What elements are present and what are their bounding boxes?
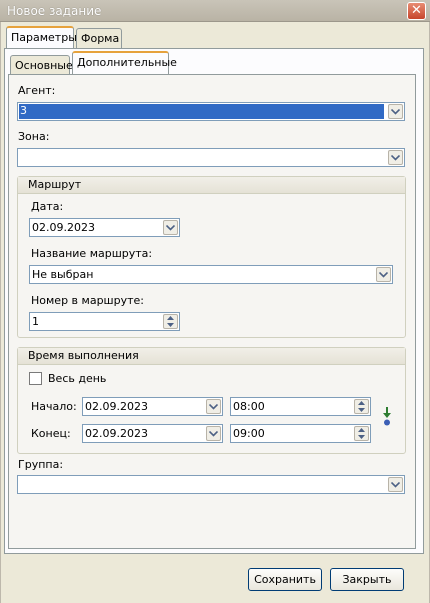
date-label: Дата:	[31, 200, 64, 213]
save-button[interactable]: Сохранить	[248, 568, 322, 591]
start-date-picker[interactable]: 02.09.2023	[82, 397, 223, 416]
group-select[interactable]	[17, 475, 405, 494]
chevron-down-icon[interactable]	[376, 267, 391, 282]
route-number-label: Номер в маршруте:	[31, 294, 144, 307]
tab-parameters-label: Параметры	[11, 31, 77, 44]
time-group-title: Время выполнения	[18, 348, 405, 365]
tab-parameters[interactable]: Параметры	[6, 26, 77, 49]
end-label: Конец:	[31, 427, 71, 440]
chevron-down-icon[interactable]	[163, 220, 178, 235]
tab-basic-label: Основные	[15, 59, 73, 72]
chevron-down-icon[interactable]	[388, 477, 403, 492]
end-time-stepper[interactable]: 09:00	[230, 424, 371, 443]
spin-down-icon[interactable]	[355, 407, 368, 413]
start-time-value: 08:00	[233, 400, 265, 413]
spinner-icon[interactable]	[163, 314, 178, 329]
start-time-stepper[interactable]: 08:00	[230, 397, 371, 416]
zone-select[interactable]	[17, 148, 405, 167]
start-date-value: 02.09.2023	[85, 400, 148, 413]
date-value: 02.09.2023	[32, 221, 95, 234]
route-name-select[interactable]: Не выбран	[29, 265, 393, 284]
chevron-down-icon[interactable]	[206, 426, 221, 441]
chevron-down-icon[interactable]	[206, 399, 221, 414]
spin-up-icon[interactable]	[164, 315, 177, 321]
agent-value: 3	[19, 104, 384, 119]
end-date-picker[interactable]: 02.09.2023	[82, 424, 223, 443]
arrow-down-icon[interactable]	[382, 407, 392, 427]
tab-additional-label: Дополнительные	[77, 56, 177, 69]
all-day-label: Весь день	[48, 372, 107, 385]
all-day-checkbox[interactable]	[29, 372, 42, 385]
chevron-down-icon[interactable]	[388, 104, 403, 119]
end-date-value: 02.09.2023	[85, 427, 148, 440]
tab-additional[interactable]: Дополнительные	[72, 51, 177, 74]
spinner-icon[interactable]	[354, 399, 369, 414]
date-picker[interactable]: 02.09.2023	[29, 218, 180, 237]
route-group-title: Маршрут	[18, 177, 405, 194]
spin-down-icon[interactable]	[164, 322, 177, 328]
spin-up-icon[interactable]	[355, 427, 368, 433]
tab-form-label: Форма	[81, 32, 120, 45]
zone-label: Зона:	[18, 130, 50, 143]
spin-up-icon[interactable]	[355, 400, 368, 406]
window-titlebar: Новое задание ✕	[0, 0, 430, 22]
route-name-label: Название маршрута:	[31, 247, 153, 260]
end-time-value: 09:00	[233, 427, 265, 440]
tab-basic[interactable]: Основные	[10, 55, 73, 76]
group-label: Группа:	[18, 458, 64, 471]
window-title: Новое задание	[7, 4, 102, 18]
spinner-icon[interactable]	[354, 426, 369, 441]
route-number-stepper[interactable]: 1	[29, 312, 180, 331]
route-name-value: Не выбран	[32, 268, 94, 281]
start-label: Начало:	[31, 400, 77, 413]
agent-select[interactable]: 3	[17, 102, 405, 121]
route-number-value: 1	[32, 315, 39, 328]
close-icon[interactable]: ✕	[407, 2, 426, 20]
agent-label: Агент:	[18, 84, 56, 97]
spin-down-icon[interactable]	[355, 434, 368, 440]
close-button[interactable]: Закрыть	[330, 568, 404, 591]
tab-form[interactable]: Форма	[76, 28, 122, 49]
chevron-down-icon[interactable]	[388, 150, 403, 165]
